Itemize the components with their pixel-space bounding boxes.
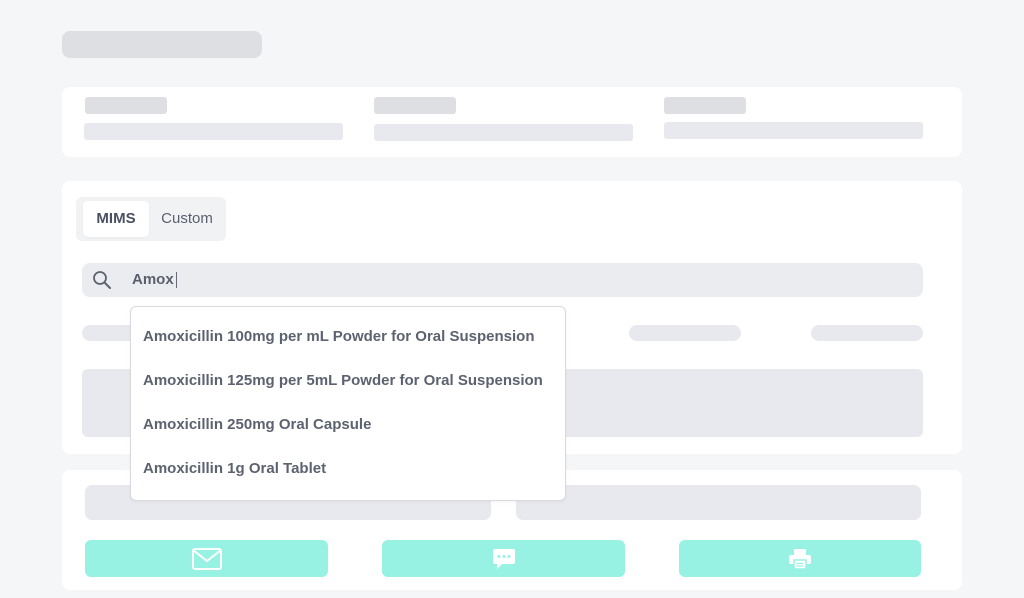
tab-mims[interactable]: MIMS (83, 201, 149, 237)
search-suggestions: Amoxicillin 100mg per mL Powder for Oral… (130, 306, 566, 501)
field-value-placeholder (84, 123, 343, 140)
tab-custom[interactable]: Custom (152, 201, 222, 237)
search-input[interactable]: Amox (132, 263, 832, 297)
field-label-placeholder (664, 97, 746, 114)
search-value: Amox (132, 271, 174, 288)
suggestion-item[interactable]: Amoxicillin 100mg per mL Powder for Oral… (143, 315, 535, 359)
patient-info-card (62, 87, 962, 157)
suggestion-item[interactable]: Amoxicillin 1g Oral Tablet (143, 447, 326, 491)
envelope-icon (191, 547, 222, 570)
medication-search[interactable]: Amox (82, 263, 923, 297)
option-pill-placeholder (811, 325, 923, 341)
input-placeholder (516, 485, 921, 520)
page-title-placeholder (62, 31, 262, 58)
print-button[interactable] (679, 540, 921, 577)
suggestion-item[interactable]: Amoxicillin 125mg per 5mL Powder for Ora… (143, 359, 543, 403)
field-value-placeholder (374, 124, 633, 141)
field-label-placeholder (374, 97, 456, 114)
field-label-placeholder (85, 97, 167, 114)
suggestion-item[interactable]: Amoxicillin 250mg Oral Capsule (143, 403, 371, 447)
printer-icon (789, 548, 811, 570)
sms-button[interactable] (382, 540, 625, 577)
search-icon (92, 270, 112, 290)
option-pill-placeholder (629, 325, 741, 341)
email-button[interactable] (85, 540, 328, 577)
text-caret (175, 272, 177, 289)
source-tabs: MIMS Custom (76, 197, 226, 241)
field-value-placeholder (664, 122, 923, 139)
chat-bubble-icon (492, 548, 515, 569)
